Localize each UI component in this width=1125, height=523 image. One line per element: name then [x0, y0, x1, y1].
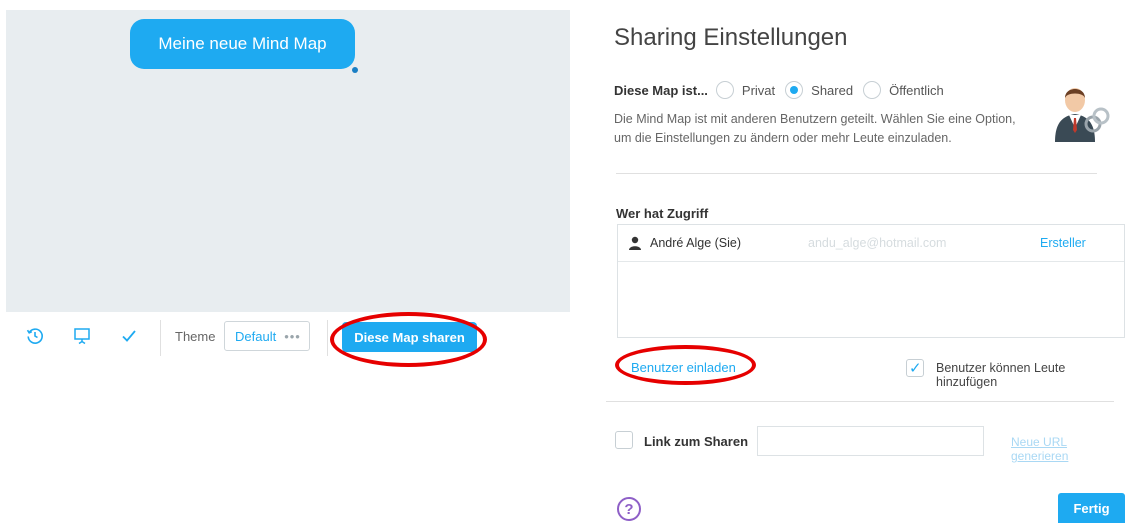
user-role: Ersteller — [1040, 236, 1086, 250]
check-icon[interactable] — [119, 326, 139, 346]
radio-private-label[interactable]: Privat — [742, 83, 775, 98]
share-link-label[interactable]: Link zum Sharen — [644, 434, 748, 449]
share-link-input[interactable] — [757, 426, 984, 456]
toolbar-divider — [327, 320, 328, 356]
help-icon[interactable]: ? — [617, 497, 641, 521]
toolbar-divider — [160, 320, 161, 356]
access-section-title: Wer hat Zugriff — [616, 206, 709, 221]
radio-shared-label[interactable]: Shared — [811, 83, 853, 98]
mindmap-node-text: Meine neue Mind Map — [158, 34, 327, 53]
section-divider — [616, 173, 1097, 174]
node-resize-handle[interactable] — [352, 67, 358, 73]
more-options-icon[interactable]: ••• — [284, 329, 301, 344]
history-icon[interactable] — [25, 326, 45, 346]
checkmark-icon: ✓ — [909, 360, 922, 377]
access-list-row: André Alge (Sie) andu_alge@hotmail.com E… — [618, 225, 1124, 262]
privacy-options: Diese Map ist... Privat Shared Öffentlic… — [614, 80, 954, 100]
radio-private[interactable] — [715, 81, 734, 99]
done-button[interactable]: Fertig — [1058, 493, 1125, 523]
share-map-button[interactable]: Diese Map sharen — [342, 322, 477, 352]
user-share-illustration-icon — [1045, 78, 1111, 144]
allow-add-people-checkbox[interactable]: ✓ — [906, 359, 924, 377]
mindmap-canvas[interactable]: Meine neue Mind Map — [6, 10, 570, 312]
access-list: André Alge (Sie) andu_alge@hotmail.com E… — [617, 224, 1125, 338]
radio-shared[interactable] — [785, 81, 804, 99]
sharing-description: Die Mind Map ist mit anderen Benutzern g… — [614, 112, 1016, 145]
mindmap-root-node[interactable]: Meine neue Mind Map — [130, 19, 355, 69]
user-name: André Alge (Sie) — [650, 236, 742, 250]
dialog-title: Sharing Einstellungen — [614, 24, 848, 51]
radio-public-label[interactable]: Öffentlich — [889, 83, 944, 98]
radio-public[interactable] — [863, 81, 882, 99]
generate-url-link[interactable]: Neue URL generieren — [1011, 435, 1125, 463]
theme-select[interactable]: Default ••• — [224, 321, 310, 351]
privacy-label: Diese Map ist... — [614, 82, 708, 98]
user-email: andu_alge@hotmail.com — [808, 236, 947, 250]
share-link-checkbox[interactable] — [615, 431, 633, 449]
presentation-icon[interactable] — [72, 326, 92, 346]
user-icon — [628, 236, 642, 250]
bottom-toolbar: Theme Default ••• Diese Map sharen — [0, 312, 600, 358]
theme-label: Theme — [175, 329, 216, 344]
theme-value: Default — [235, 328, 277, 344]
invite-users-link[interactable]: Benutzer einladen — [631, 360, 736, 375]
allow-add-people-label[interactable]: Benutzer können Leute hinzufügen — [936, 361, 1125, 389]
section-divider — [606, 401, 1114, 402]
